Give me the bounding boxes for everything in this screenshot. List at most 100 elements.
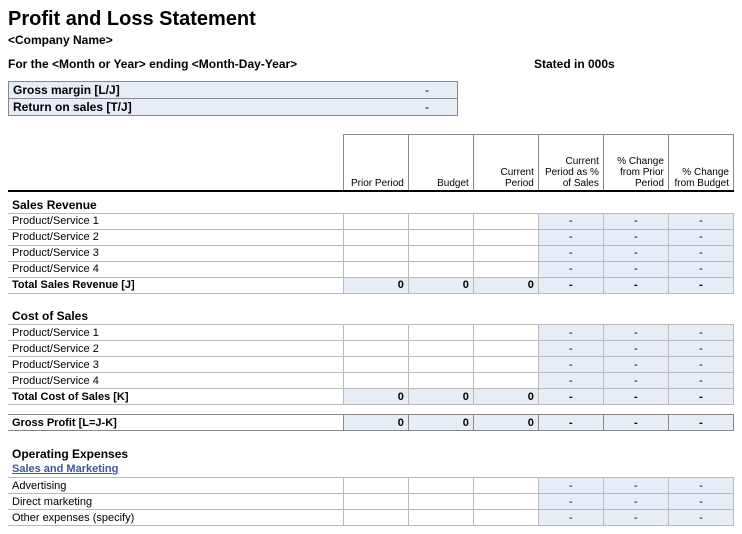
opex-row-0-v3: - xyxy=(538,478,603,494)
opex-row-2-v4: - xyxy=(603,510,668,526)
row-1-1-v2 xyxy=(473,341,538,357)
col-header-pct-sales: Current Period as % of Sales xyxy=(538,135,603,191)
total-1-v2: 0 xyxy=(473,389,538,405)
row-0-0-v3: - xyxy=(538,213,603,229)
row-0-1-v0 xyxy=(343,229,408,245)
row-1-2-v5: - xyxy=(668,357,733,373)
row-0-1-v2 xyxy=(473,229,538,245)
gross-profit-v5: - xyxy=(668,415,733,431)
opex-row-0-v0 xyxy=(343,478,408,494)
row-0-1-v4: - xyxy=(603,229,668,245)
pl-table: Prior Period Budget Current Period Curre… xyxy=(8,134,734,526)
row-1-3-label: Product/Service 4 xyxy=(8,373,343,389)
opex-row-1-v1 xyxy=(408,494,473,510)
row-0-3-v2 xyxy=(473,261,538,277)
col-header-pct-prior: % Change from Prior Period xyxy=(603,135,668,191)
opex-head: Operating Expenses xyxy=(8,441,734,462)
row-0-1: Product/Service 2--- xyxy=(8,229,734,245)
row-1-3-v0 xyxy=(343,373,408,389)
total-0-v0: 0 xyxy=(343,277,408,293)
opex-row-1: Direct marketing--- xyxy=(8,494,734,510)
row-1-3-v4: - xyxy=(603,373,668,389)
gross-profit: Gross Profit [L=J-K]000--- xyxy=(8,415,734,431)
row-0-1-label: Product/Service 2 xyxy=(8,229,343,245)
row-1-1-v3: - xyxy=(538,341,603,357)
opex-row-2-v2 xyxy=(473,510,538,526)
row-1-3-v2 xyxy=(473,373,538,389)
opex-row-2: Other expenses (specify)--- xyxy=(8,510,734,526)
row-1-0-v1 xyxy=(408,325,473,341)
row-1-0-v4: - xyxy=(603,325,668,341)
row-0-3: Product/Service 4--- xyxy=(8,261,734,277)
total-0: Total Sales Revenue [J]000--- xyxy=(8,277,734,293)
metric-box: Gross margin [L/J] - Return on sales [T/… xyxy=(8,81,458,116)
total-1: Total Cost of Sales [K]000--- xyxy=(8,389,734,405)
opex-row-0: Advertising--- xyxy=(8,478,734,494)
gross-profit-v3: - xyxy=(538,415,603,431)
row-0-1-v5: - xyxy=(668,229,733,245)
row-1-2: Product/Service 3--- xyxy=(8,357,734,373)
row-1-2-v1 xyxy=(408,357,473,373)
total-0-v3: - xyxy=(538,277,603,293)
row-0-3-v4: - xyxy=(603,261,668,277)
period-label: For the <Month or Year> ending <Month-Da… xyxy=(8,57,458,71)
section-head-1: Cost of Sales xyxy=(8,303,734,325)
opex-row-1-v2 xyxy=(473,494,538,510)
section-head-1-cell: Cost of Sales xyxy=(8,303,734,325)
row-1-1-v5: - xyxy=(668,341,733,357)
row-1-1-v0 xyxy=(343,341,408,357)
metric-gross-margin-value: - xyxy=(397,82,457,98)
row-0-1-v1 xyxy=(408,229,473,245)
row-1-2-v4: - xyxy=(603,357,668,373)
row-0-0-v0 xyxy=(343,213,408,229)
row-0-2-v3: - xyxy=(538,245,603,261)
row-1-1: Product/Service 2--- xyxy=(8,341,734,357)
row-1-0-v5: - xyxy=(668,325,733,341)
row-1-3-v1 xyxy=(408,373,473,389)
row-0-3-label: Product/Service 4 xyxy=(8,261,343,277)
row-1-1-label: Product/Service 2 xyxy=(8,341,343,357)
row-0-0-v2 xyxy=(473,213,538,229)
col-header-current: Current Period xyxy=(473,135,538,191)
opex-row-0-v4: - xyxy=(603,478,668,494)
col-header-blank xyxy=(8,135,343,191)
row-1-2-label: Product/Service 3 xyxy=(8,357,343,373)
row-0-2-v5: - xyxy=(668,245,733,261)
metric-return-on-sales-label: Return on sales [T/J] xyxy=(9,99,397,115)
row-0-0-v5: - xyxy=(668,213,733,229)
opex-head-cell: Operating Expenses xyxy=(8,441,734,462)
opex-row-2-v1 xyxy=(408,510,473,526)
opex-row-1-v5: - xyxy=(668,494,733,510)
col-header-budget: Budget xyxy=(408,135,473,191)
total-1-v1: 0 xyxy=(408,389,473,405)
row-0-3-v0 xyxy=(343,261,408,277)
row-0-3-v1 xyxy=(408,261,473,277)
row-1-3: Product/Service 4--- xyxy=(8,373,734,389)
row-1-3-v3: - xyxy=(538,373,603,389)
stated-in: Stated in 000s xyxy=(534,57,734,71)
row-0-2-v4: - xyxy=(603,245,668,261)
total-1-v4: - xyxy=(603,389,668,405)
row-1-2-v0 xyxy=(343,357,408,373)
opex-row-1-label: Direct marketing xyxy=(8,494,343,510)
total-1-v5: - xyxy=(668,389,733,405)
total-0-v2: 0 xyxy=(473,277,538,293)
opex-row-0-label: Advertising xyxy=(8,478,343,494)
opex-row-1-v0 xyxy=(343,494,408,510)
gross-profit-label: Gross Profit [L=J-K] xyxy=(8,415,343,431)
opex-row-2-v0 xyxy=(343,510,408,526)
opex-sub-cell: Sales and Marketing xyxy=(8,462,734,478)
row-0-3-v3: - xyxy=(538,261,603,277)
row-1-3-v5: - xyxy=(668,373,733,389)
row-1-2-v2 xyxy=(473,357,538,373)
total-1-v0: 0 xyxy=(343,389,408,405)
row-1-1-v1 xyxy=(408,341,473,357)
opex-row-1-v4: - xyxy=(603,494,668,510)
total-0-v4: - xyxy=(603,277,668,293)
total-0-v1: 0 xyxy=(408,277,473,293)
company-name: <Company Name> xyxy=(8,33,734,47)
total-0-label: Total Sales Revenue [J] xyxy=(8,277,343,293)
row-1-0-v2 xyxy=(473,325,538,341)
row-0-1-v3: - xyxy=(538,229,603,245)
opex-sub: Sales and Marketing xyxy=(8,462,734,478)
